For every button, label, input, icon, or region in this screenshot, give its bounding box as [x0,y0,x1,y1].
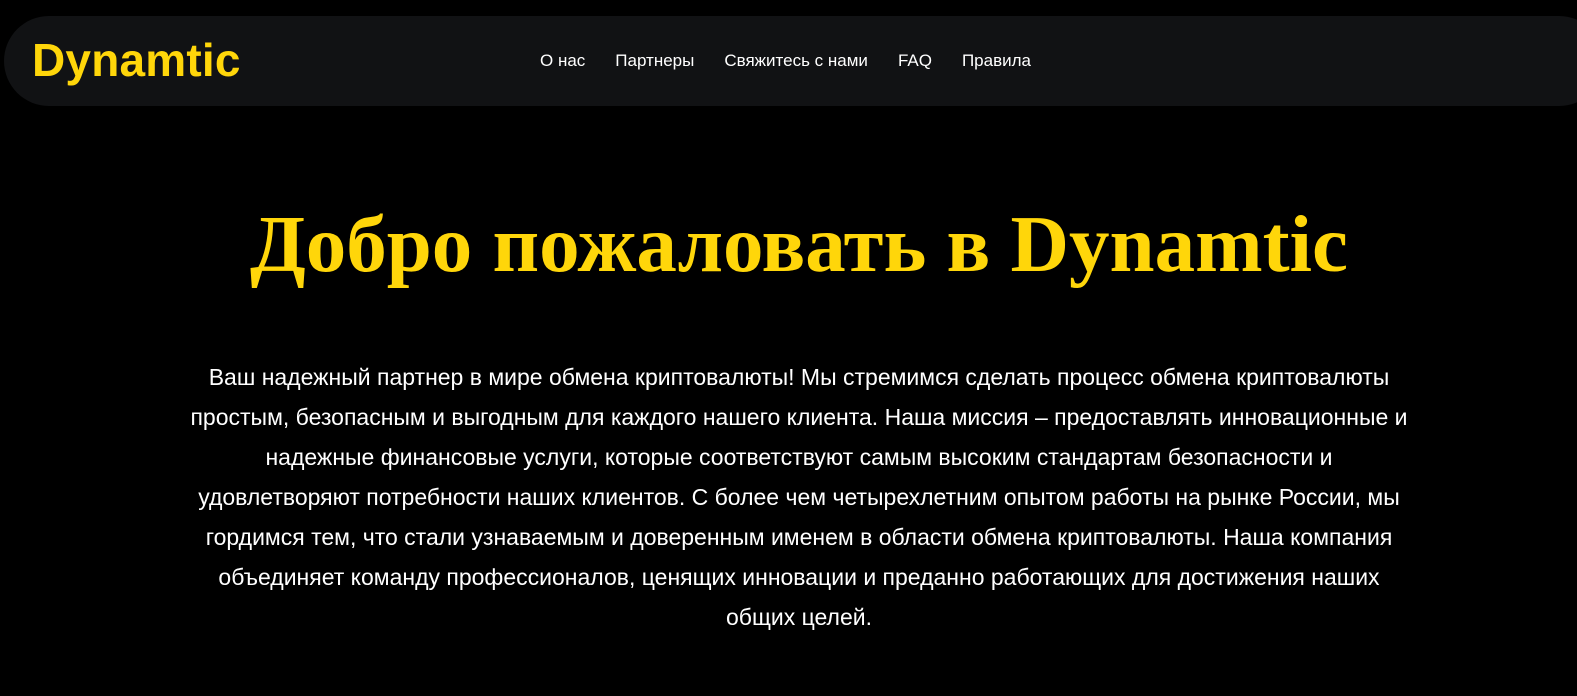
nav-item-partners: Партнеры [600,51,709,71]
nav-item-about: О нас [540,51,600,71]
logo-link[interactable]: Dynamtic [32,34,241,86]
hero-description: Ваш надежный партнер в мире обмена крипт… [190,364,1408,630]
navbar: Dynamtic О нас Партнеры Свяжитесь с нами… [4,16,1577,106]
hero-title: Добро пожаловать в Dynamtic [249,199,1348,289]
nav-link-about[interactable]: О нас [540,51,600,71]
nav-link-contact[interactable]: Свяжитесь с нами [709,51,883,71]
nav-link-faq[interactable]: FAQ [883,51,947,71]
nav-item-contact: Свяжитесь с нами [709,51,883,71]
nav-link-rules[interactable]: Правила [947,51,1046,71]
nav-link-partners[interactable]: Партнеры [600,51,709,71]
main-nav: О нас Партнеры Свяжитесь с нами FAQ Прав… [540,16,1046,106]
nav-item-faq: FAQ [883,51,947,71]
nav-item-rules: Правила [947,51,1046,71]
